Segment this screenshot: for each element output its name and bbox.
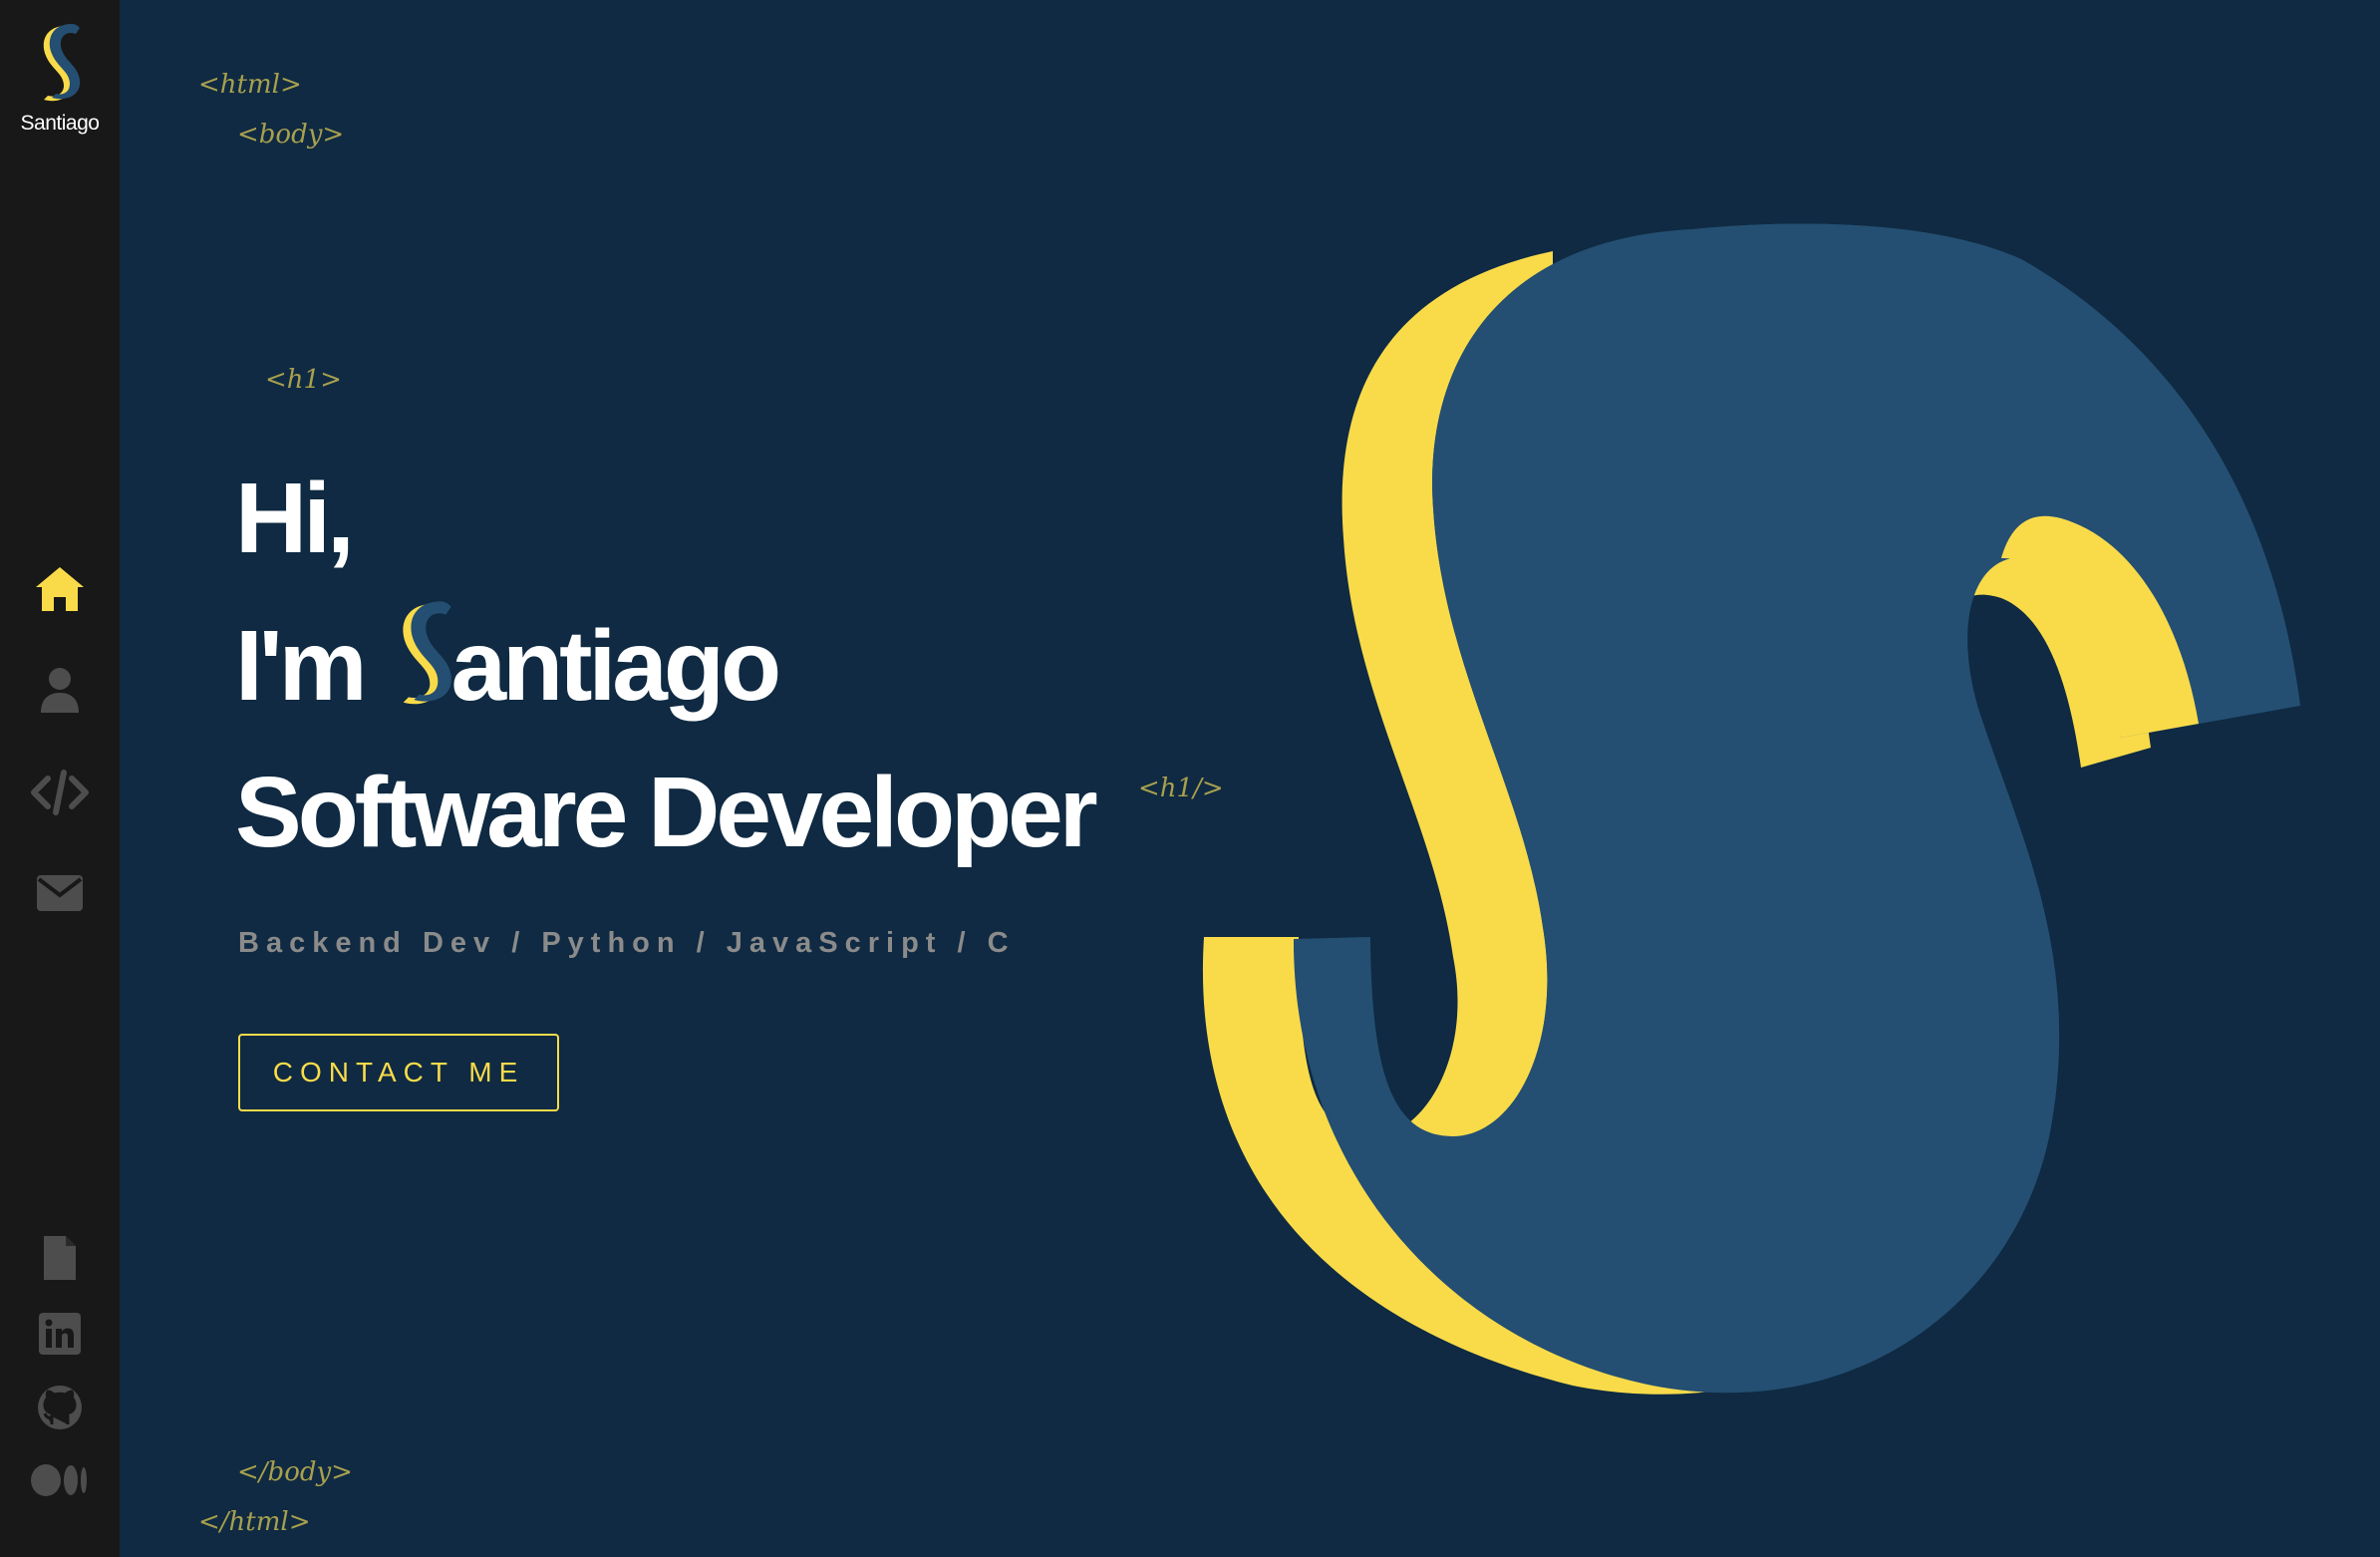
- nav-item-projects[interactable]: [0, 763, 120, 822]
- logo-name: Santiago: [20, 112, 100, 135]
- s-logo-icon: [403, 601, 452, 705]
- github-icon: [38, 1386, 82, 1429]
- hero-name-line: I'm antiago: [235, 598, 781, 722]
- hero-name-rest: antiago: [450, 610, 781, 722]
- tag-html-close: </html>: [198, 1507, 311, 1537]
- user-icon: [41, 668, 79, 713]
- file-icon: [44, 1236, 76, 1280]
- medium-icon: [31, 1464, 87, 1496]
- social-medium[interactable]: [0, 1450, 120, 1510]
- linkedin-icon: [39, 1313, 81, 1355]
- nav-item-about[interactable]: [0, 661, 120, 721]
- logo-s-icon: [43, 24, 81, 102]
- hero-subtitle: Backend Dev / Python / JavaScript / C: [238, 927, 1016, 959]
- tag-body-close: </body>: [237, 1457, 353, 1487]
- sidebar: Santiago: [0, 0, 120, 1557]
- nav-item-home[interactable]: [0, 559, 120, 619]
- tag-html-open: <html>: [198, 70, 302, 100]
- envelope-icon: [37, 875, 83, 911]
- social-github[interactable]: [0, 1378, 120, 1437]
- code-icon: [31, 770, 89, 815]
- social-resume[interactable]: [0, 1228, 120, 1288]
- nav-item-contact[interactable]: [0, 863, 120, 923]
- hero-name-prefix: I'm: [235, 610, 367, 722]
- contact-me-button[interactable]: CONTACT ME: [238, 1034, 559, 1111]
- tag-h1-open: <h1>: [265, 365, 342, 395]
- hero-role: Software Developer: [235, 757, 1098, 868]
- home-icon: [36, 567, 84, 611]
- main-content: <html> <body> <h1> Hi, I'm antiago Softw…: [120, 0, 2380, 1557]
- hero-s-logo: [393, 598, 456, 722]
- hero-greeting: Hi,: [235, 463, 355, 574]
- big-s-illustration: [1202, 223, 2300, 1395]
- logo[interactable]: Santiago: [0, 22, 120, 136]
- social-linkedin[interactable]: [0, 1304, 120, 1364]
- tag-body-open: <body>: [237, 120, 345, 150]
